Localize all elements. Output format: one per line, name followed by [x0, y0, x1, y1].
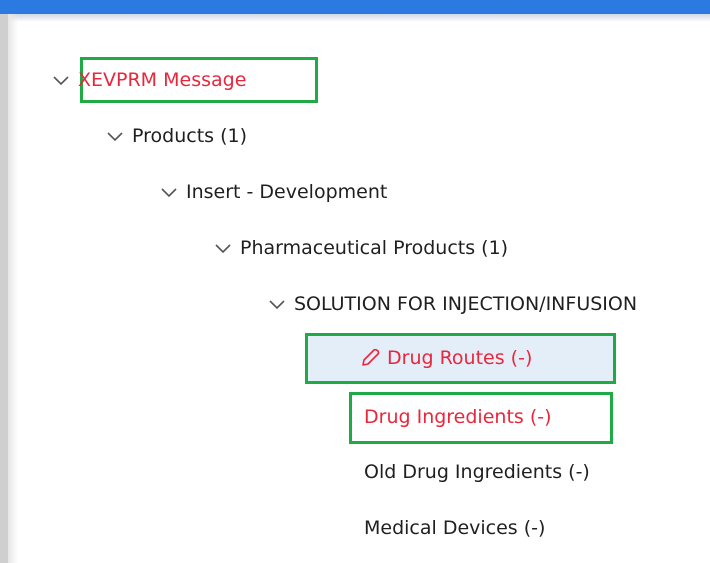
- tree-node-products[interactable]: Products (1): [104, 116, 247, 156]
- chevron-down-icon[interactable]: [212, 237, 234, 259]
- tree-node-root[interactable]: XEVPRM Message: [50, 60, 246, 100]
- tree-node-root-label: XEVPRM Message: [78, 69, 247, 91]
- tree-view: XEVPRM Message Products (1) Insert - Dev…: [18, 22, 710, 563]
- title-bar-shadow: [0, 14, 710, 22]
- tree-node-drug-ingredients[interactable]: Drug Ingredients (-): [364, 397, 552, 437]
- chevron-down-icon[interactable]: [50, 69, 72, 91]
- tree-node-drug-ingredients-label: Drug Ingredients (-): [364, 406, 552, 428]
- window-title-bar: [0, 0, 710, 14]
- tree-node-insert-label: Insert - Development: [186, 181, 388, 203]
- chevron-down-icon[interactable]: [104, 125, 126, 147]
- tree-node-drug-routes-label: Drug Routes (-): [387, 347, 533, 369]
- panel-left-border: [0, 14, 8, 563]
- text-fade: [680, 284, 710, 324]
- tree-node-old-drug-ingredients-label: Old Drug Ingredients (-): [364, 461, 590, 483]
- tree-node-pharmaceutical-products[interactable]: Pharmaceutical Products (1): [212, 228, 508, 268]
- tree-node-pharma-label: Pharmaceutical Products (1): [240, 237, 509, 259]
- tree-node-products-label: Products (1): [132, 125, 247, 147]
- panel-left-shadow: [8, 14, 18, 563]
- tree-node-solution[interactable]: SOLUTION FOR INJECTION/INFUSION: [266, 284, 710, 324]
- chevron-down-icon[interactable]: [158, 181, 180, 203]
- tree-node-solution-label: SOLUTION FOR INJECTION/INFUSION: [294, 293, 638, 315]
- tree-node-medical-devices[interactable]: Medical Devices (-): [364, 508, 545, 548]
- tree-node-drug-routes[interactable]: Drug Routes (-): [359, 338, 532, 378]
- pencil-icon: [359, 347, 381, 369]
- tree-node-old-drug-ingredients[interactable]: Old Drug Ingredients (-): [364, 452, 590, 492]
- tree-node-medical-devices-label: Medical Devices (-): [364, 517, 546, 539]
- chevron-down-icon[interactable]: [266, 293, 288, 315]
- tree-node-insert-development[interactable]: Insert - Development: [158, 172, 387, 212]
